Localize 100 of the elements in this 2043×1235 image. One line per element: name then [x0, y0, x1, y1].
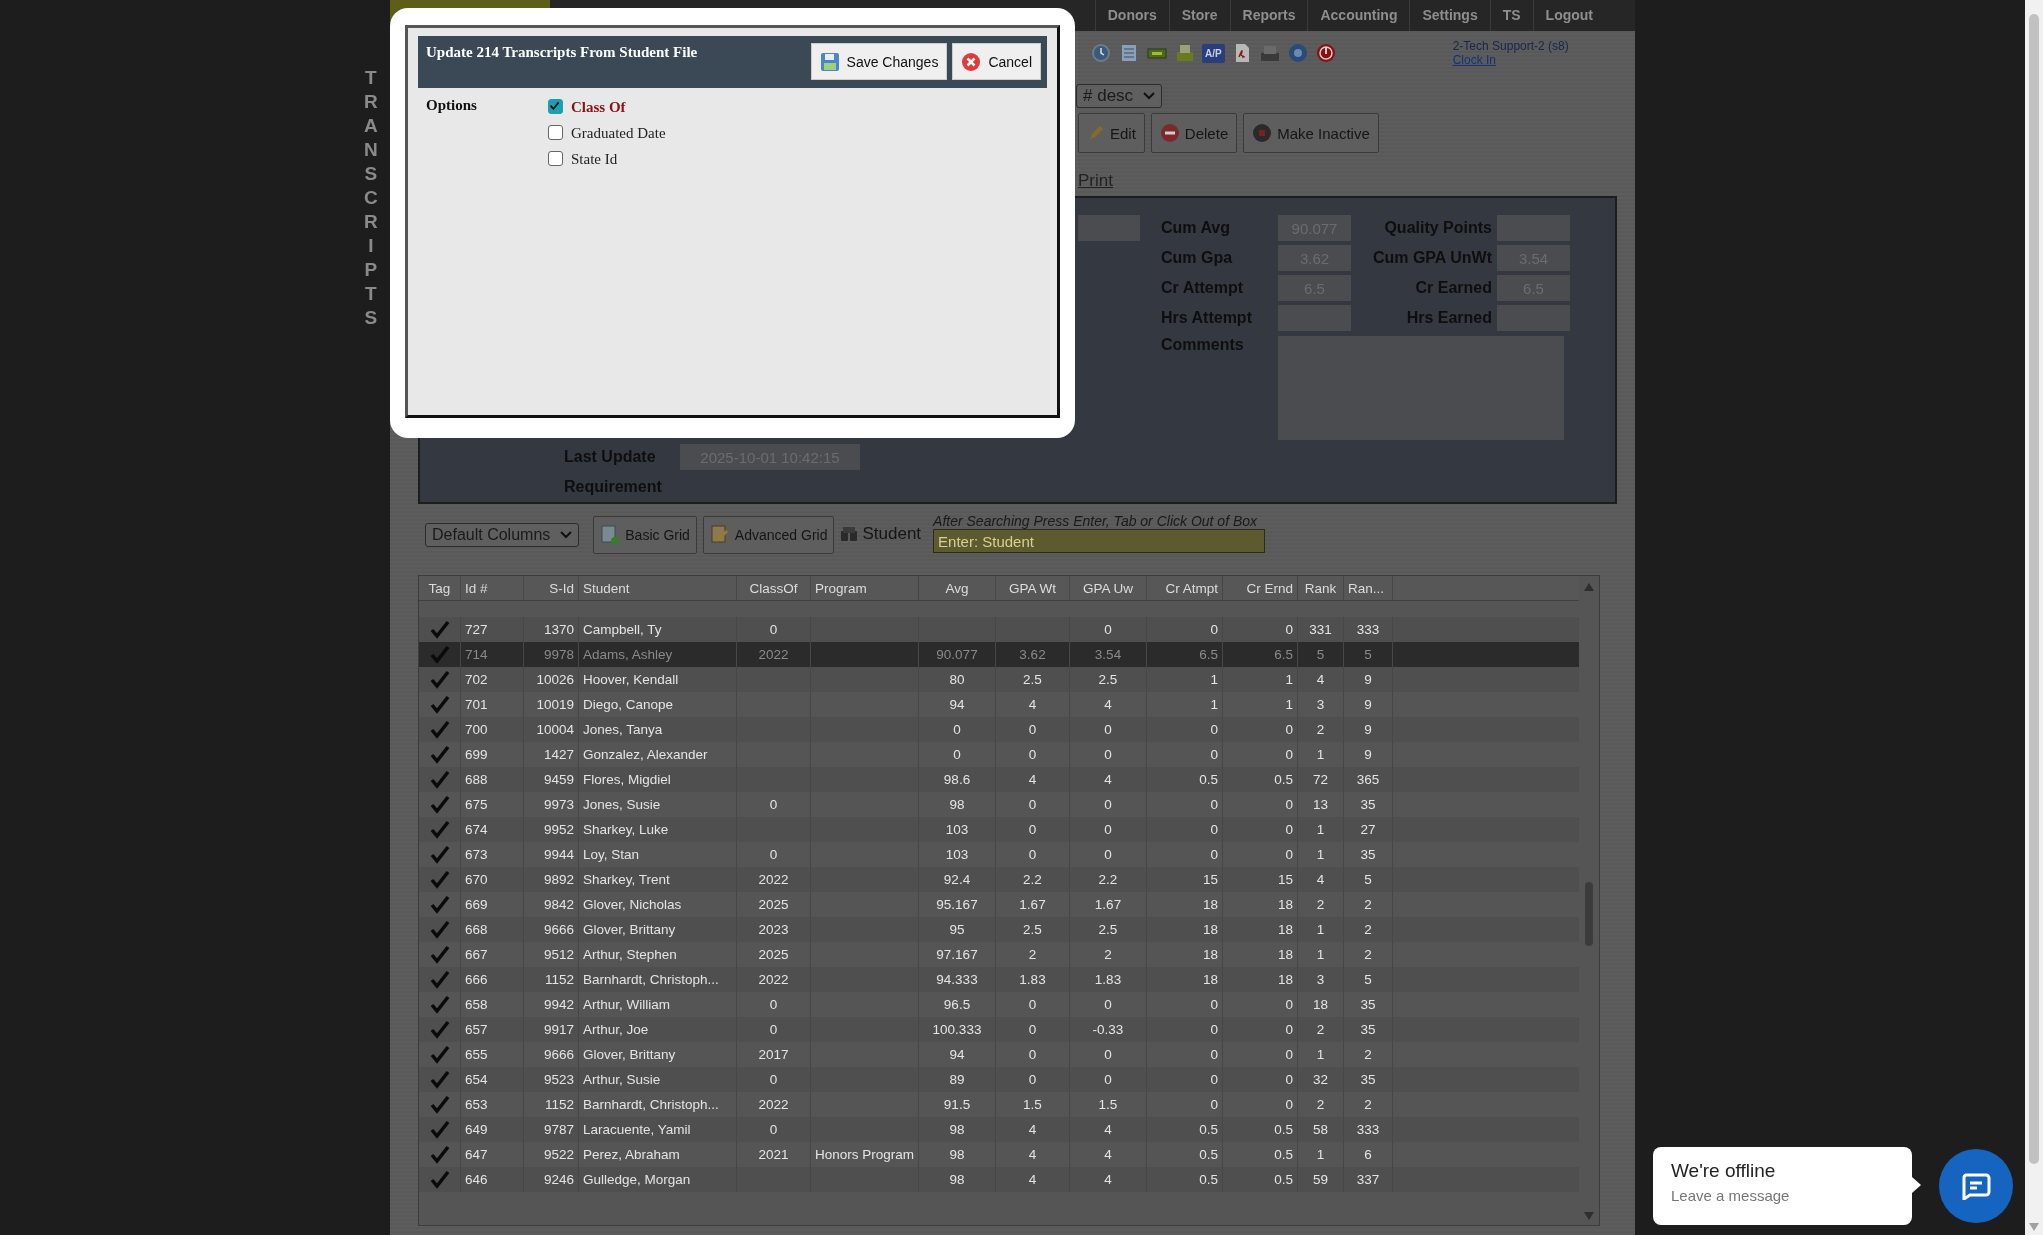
scrollbar-thumb[interactable]	[2029, 14, 2039, 1164]
checkbox[interactable]	[548, 124, 563, 140]
checkmark-icon[interactable]	[428, 644, 451, 665]
chat-bubble[interactable]: We're offline Leave a message	[1653, 1147, 1912, 1225]
table-cell: 2	[1364, 1097, 1372, 1112]
column-header[interactable]: Cr Atmpt	[1147, 576, 1223, 600]
power-icon[interactable]	[1314, 42, 1337, 64]
checkmark-icon[interactable]	[428, 994, 451, 1015]
dialog-button[interactable]: Save Changes	[810, 43, 948, 80]
checkmark-icon[interactable]	[428, 1119, 451, 1140]
column-header[interactable]: Ran...	[1344, 576, 1393, 600]
checkmark-icon[interactable]	[428, 1044, 451, 1065]
table-cell: 4	[1104, 697, 1112, 712]
table-row[interactable]: 668 9666 Glover, Brittany 2023 95 2.5 2.5 18 18 1 2	[419, 917, 1579, 942]
table-cell: 58	[1313, 1122, 1328, 1137]
column-header[interactable]: Id #	[461, 576, 524, 600]
table-cell: 0	[953, 747, 961, 762]
table-cell: 0.5	[1274, 772, 1293, 787]
column-header[interactable]: Cr Ernd	[1223, 576, 1298, 600]
column-header[interactable]: GPA Wt	[996, 576, 1070, 600]
column-header[interactable]: Student	[579, 576, 737, 600]
scroll-down-icon[interactable]	[2029, 1223, 2039, 1231]
table-row[interactable]: 714 9978 Adams, Ashley 2022 90.077 3.62 3.54 6.5 6.5 5 5	[419, 642, 1579, 667]
checkmark-icon[interactable]	[428, 944, 451, 965]
action-button[interactable]: Make Inactive	[1243, 113, 1379, 153]
table-row[interactable]: 727 1370 Campbell, Ty 0 0 0 0 331 333	[419, 617, 1579, 642]
table-cell: 1.83	[1019, 972, 1046, 987]
table-cell: 0	[1104, 622, 1112, 637]
table-row[interactable]: 702 10026 Hoover, Kendall 80 2.5 2.5 1 1 4 9	[419, 667, 1579, 692]
column-header[interactable]: Avg	[919, 576, 996, 600]
checkmark-icon[interactable]	[428, 919, 451, 940]
checkmark-icon[interactable]	[428, 1019, 451, 1040]
grid-button[interactable]: Basic Grid	[593, 516, 697, 554]
checkmark-icon[interactable]	[428, 694, 451, 715]
table-row[interactable]: 666 1152 Barnhardt, Christoph... 2022 94.333 1.83 1.83 18 18 3 5	[419, 967, 1579, 992]
table-cell: 2021	[758, 1147, 789, 1162]
action-button[interactable]: Delete	[1150, 113, 1238, 153]
nav-link[interactable]: Accounting	[1307, 0, 1410, 31]
table-row[interactable]: 657 9917 Arthur, Joe 0 100.333 0 -0.33 0 0 2 35	[419, 1017, 1579, 1042]
column-header[interactable]: ClassOf	[737, 576, 811, 600]
checkmark-icon[interactable]	[428, 894, 451, 915]
stamp-icon[interactable]	[1174, 42, 1196, 64]
checkmark-icon[interactable]	[428, 969, 451, 990]
sort-select[interactable]: # desc	[1076, 84, 1163, 108]
column-header[interactable]: GPA Uw	[1070, 576, 1147, 600]
table-row[interactable]: 688 9459 Flores, Migdiel 98.6 4 4 0.5 0.5 72 365	[419, 767, 1579, 792]
checkmark-icon[interactable]	[428, 1169, 451, 1190]
grid-button[interactable]: Advanced Grid	[702, 516, 835, 554]
checkmark-icon[interactable]	[428, 769, 451, 790]
scrollbar-thumb[interactable]	[1585, 882, 1593, 946]
column-header[interactable]: Tag	[419, 576, 461, 600]
checkmark-icon[interactable]	[428, 1069, 451, 1090]
table-cell: 0	[769, 1122, 778, 1137]
table-cell: 331	[1309, 622, 1332, 637]
scroll-up-icon[interactable]	[1583, 582, 1595, 592]
table-cell: 0	[1104, 1047, 1112, 1062]
checkmark-icon[interactable]	[428, 719, 451, 740]
student-search-field[interactable]: Enter: Student	[933, 529, 1266, 553]
checkmark-icon[interactable]	[428, 619, 451, 640]
checkmark-icon[interactable]	[428, 844, 451, 865]
clock-icon[interactable]	[1090, 42, 1112, 64]
columns-select[interactable]: Default Columns	[425, 523, 580, 547]
column-header[interactable]: Rank	[1298, 576, 1344, 600]
ap-icon[interactable]: A/P	[1202, 43, 1225, 63]
column-header[interactable]: S-Id	[524, 576, 579, 600]
checkmark-icon[interactable]	[428, 669, 451, 690]
checkbox[interactable]	[548, 150, 563, 166]
table-row[interactable]: 670 9892 Sharkey, Trent 2022 92.4 2.2 2.2 15 15 4 5	[419, 867, 1579, 892]
action-button[interactable]: Edit	[1078, 113, 1145, 153]
table-cell: 2017	[758, 1047, 789, 1062]
checkmark-icon[interactable]	[428, 1144, 451, 1165]
checkmark-icon[interactable]	[428, 819, 451, 840]
nav-link[interactable]: Settings	[1409, 0, 1490, 31]
table-row[interactable]: 654 9523 Arthur, Susie 0 89 0 0 0 0 32 35	[419, 1067, 1579, 1092]
checkbox[interactable]	[548, 98, 563, 114]
nav-link[interactable]: Reports	[1229, 0, 1308, 31]
table-row[interactable]: 674 9952 Sharkey, Luke 103 0 0 0 0 1 27	[419, 817, 1579, 842]
scroll-down-icon[interactable]	[1583, 1211, 1595, 1221]
table-cell: 674	[465, 822, 488, 837]
dialog-button[interactable]: Cancel	[952, 43, 1041, 80]
nav-link[interactable]: Store	[1168, 0, 1230, 31]
help-icon[interactable]	[1286, 42, 1309, 64]
table-cell: Gulledge, Morgan	[583, 1172, 691, 1187]
table-cell: 18	[1277, 922, 1293, 937]
nav-link[interactable]: Donors	[1094, 0, 1169, 31]
table-row[interactable]: 649 9787 Laracuente, Yamil 0 98 4 4 0.5 0.5 58 333	[419, 1117, 1579, 1142]
table-row[interactable]: 700 10004 Jones, Tanya 0 0 0 0 0 2 9	[419, 717, 1579, 742]
table-cell: Glover, Nicholas	[583, 897, 682, 912]
checkmark-icon[interactable]	[428, 869, 451, 890]
checkmark-icon[interactable]	[428, 744, 451, 765]
table-cell: 2025	[758, 947, 789, 962]
checkmark-icon[interactable]	[428, 1094, 451, 1115]
table-cell: 0	[1285, 747, 1293, 762]
table-row[interactable]: 646 9246 Gulledge, Morgan 98 4 4 0.5 0.5 59 337	[419, 1167, 1579, 1192]
student-label: Student	[862, 524, 922, 544]
checkmark-icon[interactable]	[428, 794, 451, 815]
nav-link[interactable]: TS	[1489, 0, 1533, 31]
column-header[interactable]: Program	[811, 576, 919, 600]
nav-link[interactable]: Logout	[1532, 0, 1605, 31]
table-cell: 668	[465, 922, 488, 937]
